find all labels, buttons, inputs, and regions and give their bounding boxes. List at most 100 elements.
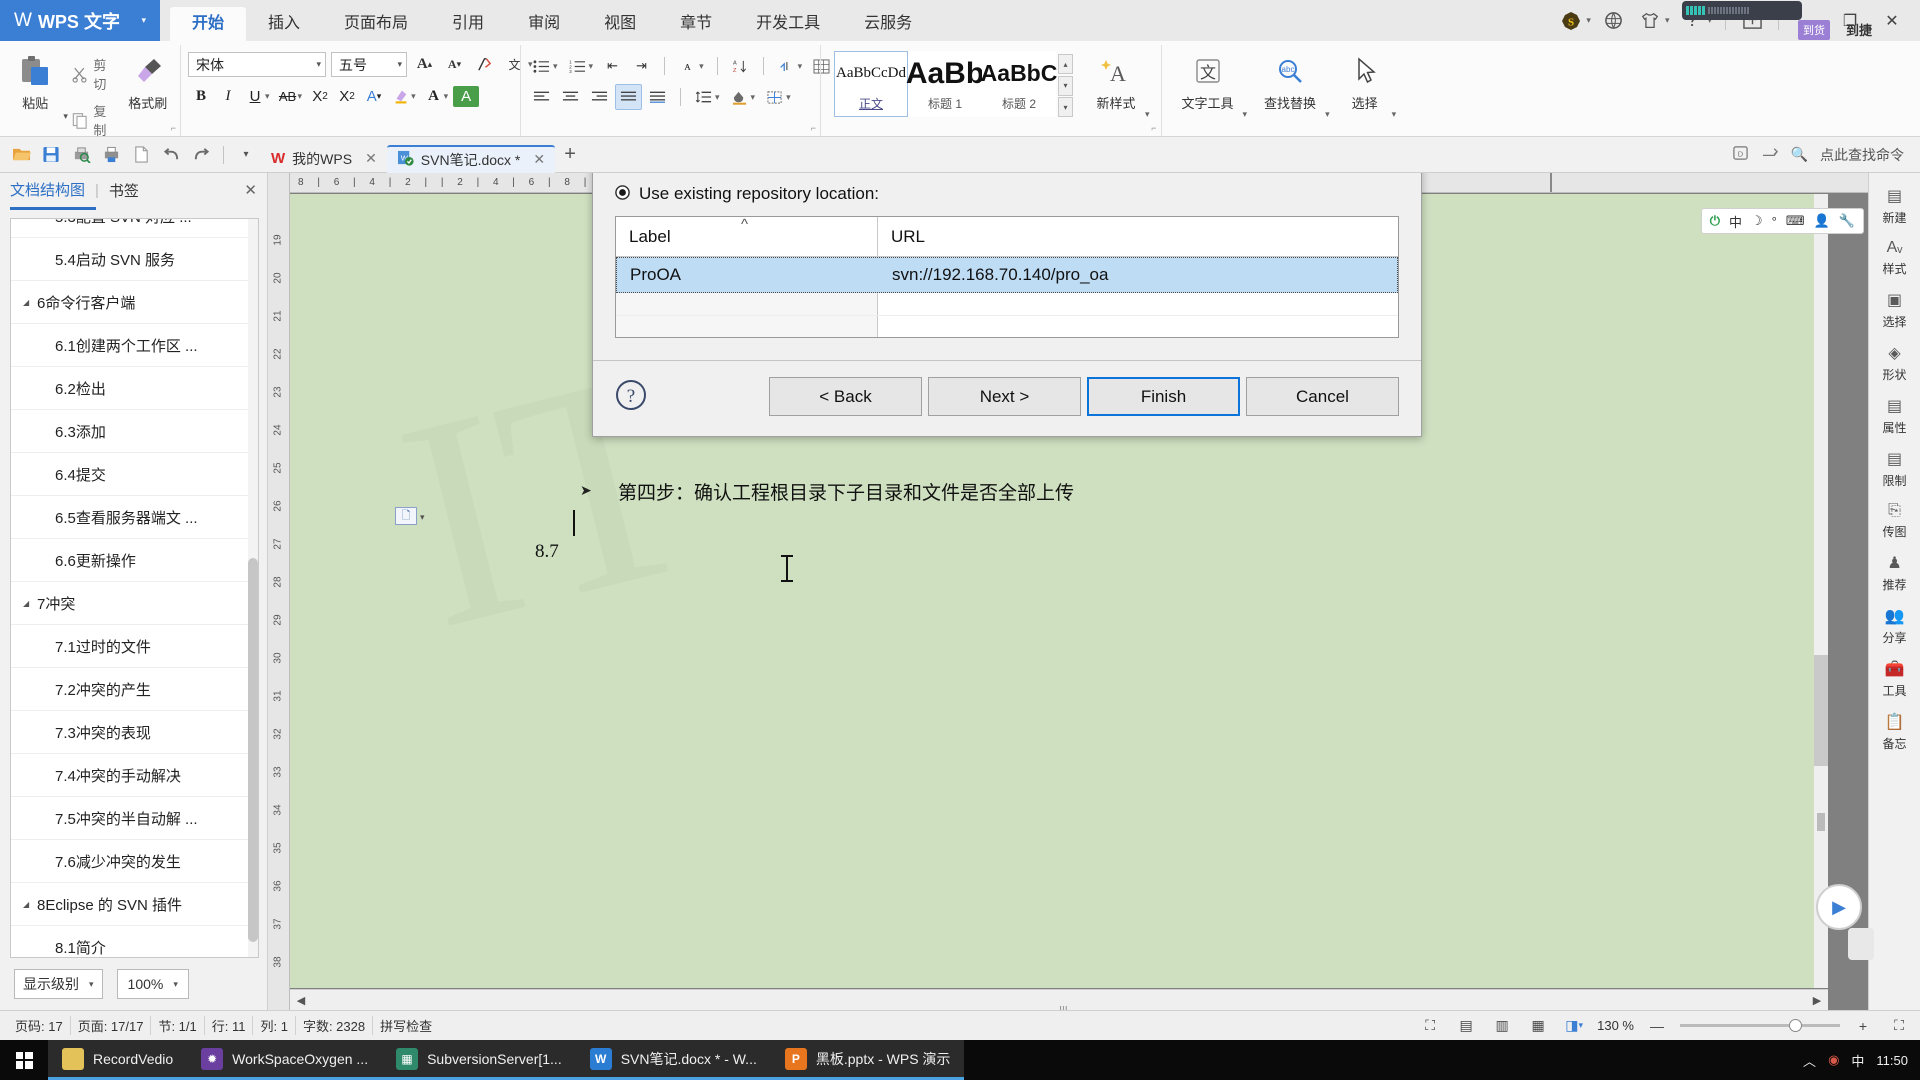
use-existing-repo-radio-row[interactable]: Use existing repository location:: [615, 184, 1399, 216]
scrollbar-thumb[interactable]: [1814, 654, 1828, 766]
structure-item-0[interactable]: 5.3配置 SVN 对应 ...: [11, 219, 258, 238]
table-row[interactable]: ProOA svn://192.168.70.140/pro_oa: [616, 257, 1398, 293]
char-border-button[interactable]: ᴀ: [674, 53, 701, 79]
style-card-heading2[interactable]: AaBbC 标题 2: [981, 51, 1057, 117]
undo-icon[interactable]: [156, 141, 186, 169]
tab-insert[interactable]: 插入: [246, 7, 322, 41]
select-button[interactable]: 选择: [1334, 48, 1396, 112]
text-effects-button[interactable]: A ▾: [361, 83, 387, 109]
borders-button[interactable]: [761, 84, 788, 110]
cancel-button[interactable]: Cancel: [1246, 377, 1399, 416]
chevron-down-icon[interactable]: ▾: [715, 92, 720, 103]
zoom-in-button[interactable]: +: [1850, 1015, 1876, 1037]
rail-item-styles[interactable]: Aᵥ 样式: [1869, 232, 1920, 283]
repository-table[interactable]: Label URL ^ ProOA svn://192.168.70.140/p…: [615, 216, 1399, 338]
status-word-count[interactable]: 字数: 2328: [296, 1016, 374, 1035]
chevron-down-icon[interactable]: ▾: [699, 61, 704, 72]
back-button[interactable]: < Back: [769, 377, 922, 416]
rail-item-memo[interactable]: 📋 备忘: [1869, 705, 1920, 758]
bullets-button[interactable]: [528, 53, 555, 79]
structure-item-10[interactable]: 7.1过时的文件: [11, 625, 258, 668]
print-preview-icon[interactable]: [66, 141, 96, 169]
format-painter-button[interactable]: 格式刷: [122, 48, 173, 112]
close-tab-icon[interactable]: ✕: [365, 150, 377, 167]
align-right-button[interactable]: [586, 84, 613, 110]
superscript-button[interactable]: X2: [307, 83, 333, 109]
tab-page-layout[interactable]: 页面布局: [322, 7, 430, 41]
cut-button[interactable]: 剪切: [68, 54, 122, 94]
chevron-down-icon[interactable]: ▾: [389, 59, 402, 70]
tab-view[interactable]: 视图: [582, 7, 658, 41]
rail-item-new[interactable]: ▤ 新建: [1869, 179, 1920, 232]
chevron-down-icon[interactable]: ▾: [89, 979, 94, 990]
chevron-down-icon[interactable]: ▾: [444, 91, 449, 102]
web-view-button[interactable]: ▦: [1525, 1015, 1551, 1037]
svn-repository-dialog[interactable]: Use existing repository location: Label …: [592, 173, 1422, 437]
character-shading-button[interactable]: A: [453, 85, 480, 107]
new-tab-button[interactable]: +: [555, 141, 585, 169]
structure-item-17[interactable]: 8.1简介: [11, 926, 258, 957]
taskbar-item-svn-notes-docx[interactable]: W SVN笔记.docx * - W...: [575, 1040, 771, 1080]
italic-button[interactable]: I: [215, 83, 241, 109]
rail-item-restrict[interactable]: ▤ 限制: [1869, 442, 1920, 495]
taskbar-item-workspaceoxygen[interactable]: ✹ WorkSpaceOxygen ...: [187, 1040, 383, 1080]
cloud-sync-icon[interactable]: [1761, 145, 1779, 164]
print-icon[interactable]: [96, 141, 126, 169]
sort-button[interactable]: AZ: [727, 53, 754, 79]
zoom-slider-handle[interactable]: [1788, 1019, 1802, 1032]
horizontal-scrollbar[interactable]: ◀ ||| ▶: [290, 989, 1828, 1010]
rail-item-recommend[interactable]: ♟ 推荐: [1869, 546, 1920, 599]
structure-item-7[interactable]: 6.5查看服务器端文 ...: [11, 496, 258, 539]
paste-options-icon[interactable]: 🗋: [395, 507, 417, 525]
structure-item-16[interactable]: ◢ 8Eclipse 的 SVN 插件: [11, 883, 258, 926]
structure-list[interactable]: 5.3配置 SVN 对应 ... 5.4启动 SVN 服务 ◢6命令行客户端 6…: [10, 218, 259, 958]
rail-item-tools[interactable]: 🧰 工具: [1869, 652, 1920, 705]
ime-settings-icon[interactable]: 🔧: [1839, 213, 1855, 229]
member-chevron-icon[interactable]: ▾: [1586, 15, 1591, 26]
paste-button[interactable]: 粘贴: [7, 48, 63, 112]
scrollbar-thumb[interactable]: [248, 558, 258, 943]
structure-item-9[interactable]: ◢ 7冲突: [11, 582, 258, 625]
chevron-down-icon[interactable]: ▾: [553, 61, 558, 72]
structure-item-15[interactable]: 7.6减少冲突的发生: [11, 840, 258, 883]
structure-zoom-select[interactable]: 100% ▾: [116, 969, 189, 999]
style-gallery-more-icon[interactable]: ▾: [1058, 97, 1073, 117]
tab-bookmarks[interactable]: 书签: [109, 180, 139, 201]
radio-selected-icon[interactable]: [615, 185, 630, 203]
help-icon[interactable]: ?: [615, 379, 647, 414]
fullscreen-view-button[interactable]: ⛶: [1417, 1015, 1443, 1037]
chevron-down-icon[interactable]: ▾: [411, 91, 416, 102]
skin-icon[interactable]: [1633, 3, 1667, 39]
structure-item-8[interactable]: 6.6更新操作: [11, 539, 258, 582]
show-marks-button[interactable]: [773, 53, 800, 79]
shrink-font-button[interactable]: A ▾: [442, 52, 467, 77]
style-card-heading1[interactable]: AaBb 标题 1: [906, 51, 984, 117]
increase-indent-button[interactable]: ⇥: [628, 53, 655, 79]
paragraph-dialog-launcher-icon[interactable]: ⌐: [811, 123, 816, 133]
distribute-button[interactable]: [644, 84, 671, 110]
ime-toolbar[interactable]: ⏻ 中 ☽ ° ⌨ 👤 🔧: [1700, 208, 1864, 234]
close-tab-icon[interactable]: ✕: [533, 151, 545, 168]
tab-start[interactable]: 开始: [170, 7, 247, 41]
chevron-down-icon[interactable]: ▾: [298, 91, 303, 102]
ime-keyboard-icon[interactable]: ⌨: [1786, 213, 1805, 229]
redo-icon[interactable]: [186, 141, 216, 169]
new-doc-icon[interactable]: [126, 141, 156, 169]
style-card-normal[interactable]: AaBbCcDd 正文: [834, 51, 908, 117]
expand-arrow-icon[interactable]: ◢: [23, 298, 37, 307]
vertical-scrollbar[interactable]: [1814, 194, 1828, 988]
scroll-right-icon[interactable]: ▶: [1806, 994, 1828, 1007]
rail-item-share[interactable]: 👥 分享: [1869, 599, 1920, 652]
subscript-button[interactable]: X2: [334, 83, 360, 109]
font-family-select[interactable]: 宋体 ▾: [188, 52, 326, 77]
structure-scrollbar[interactable]: [248, 219, 258, 957]
search-input[interactable]: 点此查找命令: [1820, 145, 1904, 165]
line-spacing-button[interactable]: [690, 84, 717, 110]
doc-mode-icon[interactable]: D: [1732, 145, 1749, 164]
close-button[interactable]: ✕: [1872, 2, 1912, 40]
finish-button[interactable]: Finish: [1087, 377, 1240, 416]
chevron-down-icon[interactable]: ▾: [173, 979, 178, 990]
style-scroll-up-icon[interactable]: ▴: [1058, 54, 1073, 74]
taskbar-item-subversionserver[interactable]: ▦ SubversionServer[1...: [382, 1040, 576, 1080]
open-icon[interactable]: [6, 141, 36, 169]
